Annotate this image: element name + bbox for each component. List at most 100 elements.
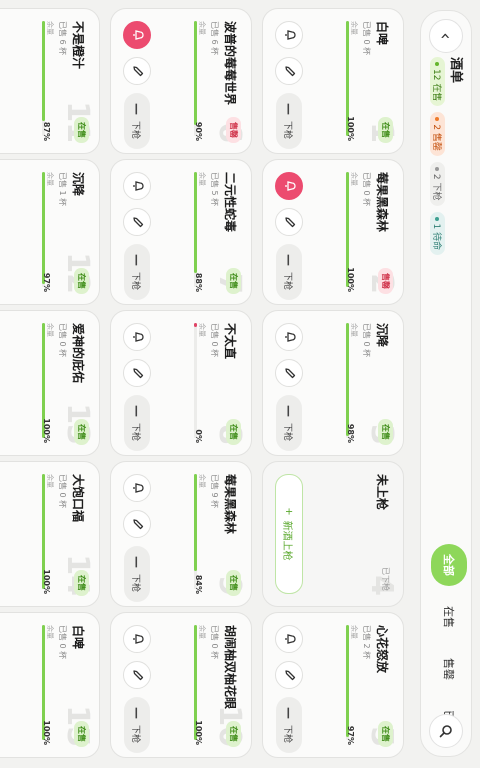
sold-count: 已售 0 杯 <box>362 21 371 56</box>
minus-icon: — <box>130 103 144 115</box>
pencil-icon <box>280 64 299 78</box>
status-dot <box>435 117 440 122</box>
notify-button[interactable] <box>123 474 151 502</box>
remaining-label: 余量 <box>350 172 358 186</box>
notify-button[interactable] <box>123 323 151 351</box>
edit-button[interactable] <box>123 661 151 689</box>
notify-button[interactable] <box>275 625 303 653</box>
drink-name: 大饱口福 <box>71 474 85 523</box>
take-off-label: 下枪 <box>282 725 293 744</box>
pencil-icon <box>128 366 147 380</box>
take-off-button[interactable]: — 下枪 <box>124 244 150 301</box>
take-off-button[interactable]: — 下枪 <box>124 546 150 603</box>
take-off-button[interactable]: — 下枪 <box>276 93 302 150</box>
drink-name: 胡闹柚双柚花眼 <box>223 625 237 710</box>
edit-button[interactable] <box>275 359 303 387</box>
drink-name: 心花怒放 <box>375 625 389 674</box>
take-off-button[interactable]: — 下枪 <box>124 697 150 754</box>
notify-button[interactable] <box>275 323 303 351</box>
tap-card-13[interactable]: 13爱神的庇佑在售已售 0 杯余量100%—下枪 <box>0 310 100 456</box>
notify-button[interactable] <box>123 21 151 49</box>
remaining-percent: 98% <box>346 423 355 443</box>
alert-bell-icon <box>128 28 147 42</box>
edit-button[interactable] <box>123 208 151 236</box>
tap-card-12[interactable]: 12沉降在售已售 1 杯余量97%—下枪 <box>0 159 100 305</box>
remaining-percent: 97% <box>346 725 355 745</box>
notify-button[interactable] <box>275 172 303 200</box>
pencil-icon <box>280 215 299 229</box>
minus-icon: — <box>282 405 296 417</box>
take-off-label: 下枪 <box>130 423 141 442</box>
tap-card-6[interactable]: 6波普的莓莓世界售罄已售 6 杯余量90%—下枪 <box>110 8 252 154</box>
take-off-button[interactable]: — 下枪 <box>276 697 302 754</box>
remaining-label: 余量 <box>46 474 54 488</box>
drink-name: 未上枪 <box>375 474 389 511</box>
tap-card-4[interactable]: 4 未上枪 已下枪 + 新酒上枪 <box>262 461 404 607</box>
status-badge: 已下枪 <box>381 567 390 591</box>
card-actions: — 下枪 <box>123 21 151 150</box>
remaining-bar <box>346 625 349 740</box>
remaining-label: 余量 <box>46 21 54 35</box>
remaining-bar <box>194 21 197 136</box>
drink-name: 不太直 <box>223 323 237 360</box>
edit-button[interactable] <box>123 510 151 538</box>
chevron-left-icon: ‹ <box>435 32 457 40</box>
minus-icon: — <box>130 556 144 568</box>
filter-tab-0[interactable]: 全部 <box>431 544 467 586</box>
tap-card-11[interactable]: 11不是橙汁在售已售 6 杯余量87%—下枪 <box>0 8 100 154</box>
tap-card-5[interactable]: 5心花怒放在售已售 2 杯余量97%—下枪 <box>262 612 404 758</box>
tap-card-7[interactable]: 7二元性蛇毒在售已售 5 杯余量88%—下枪 <box>110 159 252 305</box>
add-drink-button[interactable]: + 新酒上枪 <box>275 474 303 594</box>
edit-button[interactable] <box>275 57 303 85</box>
filter-tab-1[interactable]: 在售 <box>431 596 467 638</box>
notify-button[interactable] <box>275 21 303 49</box>
remaining-label: 余量 <box>46 625 54 639</box>
back-button[interactable]: ‹ <box>429 19 463 53</box>
sold-count: 已售 0 杯 <box>58 625 67 660</box>
card-actions: — 下枪 <box>275 172 303 301</box>
drink-name: 爱神的庇佑 <box>71 323 85 384</box>
remaining-label: 余量 <box>350 625 358 639</box>
status-badge: 在售 <box>226 570 241 596</box>
tap-card-9[interactable]: 9莓果黑森林在售已售 9 杯余量84%—下枪 <box>110 461 252 607</box>
page-title: 酒单 <box>448 57 463 84</box>
tap-card-15[interactable]: 15白啤在售已售 0 杯余量100%—下枪 <box>0 612 100 758</box>
drink-name: 不是橙汁 <box>71 21 85 70</box>
take-off-button[interactable]: — 下枪 <box>124 395 150 452</box>
card-actions: — 下枪 <box>123 172 151 301</box>
edit-button[interactable] <box>275 208 303 236</box>
remaining-label: 余量 <box>198 474 206 488</box>
bell-icon <box>280 330 299 344</box>
minus-icon: — <box>282 103 296 115</box>
search-icon <box>439 725 452 738</box>
notify-button[interactable] <box>123 625 151 653</box>
tap-card-2[interactable]: 2莓果黑森林售罄已售 0 杯余量100%—下枪 <box>262 159 404 305</box>
edit-button[interactable] <box>275 661 303 689</box>
remaining-fill <box>346 323 349 436</box>
notify-button[interactable] <box>123 172 151 200</box>
card-actions: — 下枪 <box>275 21 303 150</box>
sold-count: 已售 1 杯 <box>58 172 67 207</box>
tap-card-8[interactable]: 8不太直在售已售 0 杯余量0%—下枪 <box>110 310 252 456</box>
status-count-on: 12 在售 <box>430 57 445 107</box>
filter-tab-2[interactable]: 售罄 <box>431 648 467 690</box>
header-bar: ‹ 酒单 12 在售2 售罄2 下枪1 待命 全部在售售罄已下枪 <box>420 10 472 757</box>
status-badge: 在售 <box>226 268 241 294</box>
edit-button[interactable] <box>123 57 151 85</box>
status-badge: 在售 <box>74 117 89 143</box>
tap-card-10[interactable]: 10胡闹柚双柚花眼在售已售 0 杯余量100%—下枪 <box>110 612 252 758</box>
remaining-bar <box>42 172 45 287</box>
take-off-button[interactable]: — 下枪 <box>276 244 302 301</box>
status-badge: 在售 <box>226 721 241 747</box>
take-off-button[interactable]: — 下枪 <box>124 93 150 150</box>
tap-card-14[interactable]: 14大饱口福在售已售 0 杯余量100%—下枪 <box>0 461 100 607</box>
edit-button[interactable] <box>123 359 151 387</box>
search-button[interactable] <box>429 714 463 748</box>
remaining-percent: 100% <box>346 116 355 141</box>
add-drink-label: 新酒上枪 <box>281 520 293 561</box>
take-off-button[interactable]: — 下枪 <box>276 395 302 452</box>
tap-card-3[interactable]: 3沉降在售已售 0 杯余量98%—下枪 <box>262 310 404 456</box>
remaining-percent: 84% <box>194 574 203 594</box>
tap-card-1[interactable]: 1白啤在售已售 0 杯余量100%—下枪 <box>262 8 404 154</box>
remaining-bar <box>194 323 197 438</box>
